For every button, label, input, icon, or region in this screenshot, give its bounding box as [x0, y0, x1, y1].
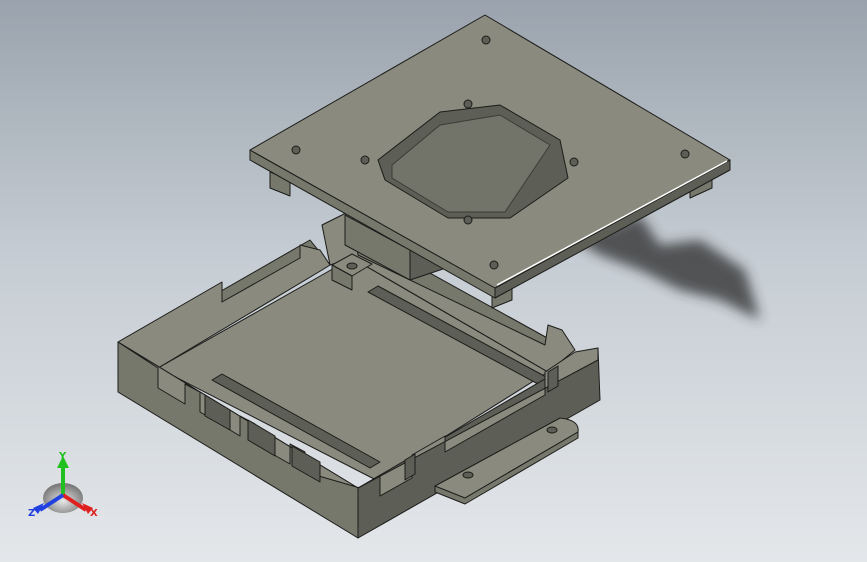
tab-hole-left [462, 471, 474, 479]
lid-hole-3 [291, 145, 301, 155]
view-orientation-triad[interactable]: Y X Z [28, 451, 98, 519]
lid-hole-8 [489, 260, 499, 270]
tab-hole-right [546, 426, 558, 434]
lid-hole-6 [680, 149, 690, 159]
triad-x-label: X [90, 508, 98, 519]
cad-model-view[interactable]: Y X Z [0, 0, 867, 562]
cad-graphics-viewport[interactable]: Y X Z [0, 0, 867, 562]
triad-z-label: Z [28, 508, 35, 519]
lid-hole-5 [569, 157, 579, 167]
triad-y-label: Y [58, 451, 67, 462]
lid-hole-2 [463, 99, 473, 109]
lid-hole-1 [481, 35, 491, 45]
corner-post-hole [346, 262, 358, 270]
lid-hole-4 [360, 155, 370, 165]
lid-hole-7 [463, 215, 473, 225]
